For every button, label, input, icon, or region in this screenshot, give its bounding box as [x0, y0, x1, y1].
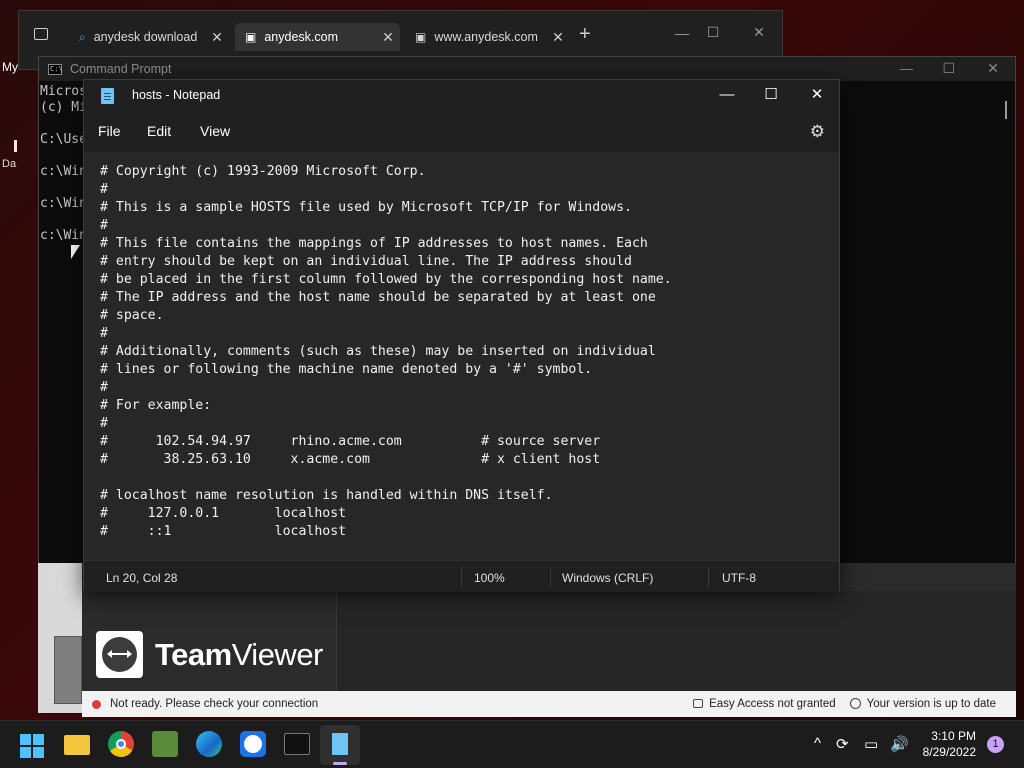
- text-line: # Copyright (c) 1993-2009 Microsoft Corp…: [100, 164, 426, 179]
- close-button[interactable]: ✕: [794, 84, 840, 108]
- menu-file[interactable]: File: [98, 123, 121, 139]
- teamviewer-status-bar: Not ready. Please check your connection …: [82, 691, 1016, 717]
- teamviewer-logo-icon: [96, 631, 143, 678]
- text-line: # be placed in the first column followed…: [100, 272, 672, 287]
- sync-icon[interactable]: ⟳: [836, 735, 849, 753]
- cmd-title: Command Prompt: [70, 62, 172, 76]
- notepad-status-bar: Ln 20, Col 28 100% Windows (CRLF) UTF-8: [84, 560, 839, 592]
- text-line: # entry should be kept on an individual …: [100, 254, 632, 269]
- close-icon[interactable]: ✕: [741, 24, 777, 41]
- line-ending: Windows (CRLF): [562, 571, 654, 585]
- text-line: #: [100, 218, 108, 233]
- easy-access-status[interactable]: Easy Access not granted: [693, 698, 836, 710]
- version-status: Your version is up to date: [849, 698, 996, 710]
- clock-date[interactable]: 8/29/2022: [916, 745, 976, 759]
- cmd-line: Micros: [40, 84, 87, 99]
- search-icon: ⌕: [79, 29, 86, 44]
- volume-icon[interactable]: 🔊: [890, 735, 909, 753]
- lock-icon: [693, 699, 704, 708]
- network-icon[interactable]: ▭: [864, 735, 878, 753]
- page-icon: ▣: [415, 30, 427, 44]
- connection-status: Not ready. Please check your connection: [110, 698, 319, 710]
- cmd-line: c:\Win: [40, 196, 87, 211]
- mouse-cursor-icon: [71, 245, 80, 259]
- cmd-title-bar[interactable]: C:\ Command Prompt — ☐ ✕: [39, 57, 1015, 81]
- desktop-icon-label[interactable]: Da: [2, 158, 16, 170]
- desktop-icon-label[interactable]: My: [2, 60, 18, 74]
- text-line: # 127.0.0.1 localhost: [100, 506, 347, 521]
- teamviewer-panel: [336, 591, 1016, 691]
- browser-tab-www-anydesk-com[interactable]: ▣ www.anydesk.com ✕: [405, 23, 570, 51]
- text-line: # ::1 localhost: [100, 524, 347, 539]
- text-line: # This file contains the mappings of IP …: [100, 236, 648, 251]
- text-line: # space.: [100, 308, 164, 323]
- tab-label: www.anydesk.com: [434, 30, 538, 44]
- encoding: UTF-8: [722, 571, 756, 585]
- text-line: #: [100, 380, 108, 395]
- cmd-line: C:\Use: [40, 132, 87, 147]
- text-line: # The IP address and the host name shoul…: [100, 290, 656, 305]
- cmd-icon[interactable]: [284, 733, 310, 755]
- check-icon: [849, 698, 861, 709]
- minimize-icon[interactable]: —: [900, 61, 913, 76]
- edge-icon[interactable]: [196, 731, 222, 757]
- file-explorer-icon[interactable]: [64, 735, 90, 755]
- window-title: hosts - Notepad: [132, 88, 221, 102]
- scrollbar[interactable]: [1005, 101, 1007, 119]
- text-line: # lines or following the machine name de…: [100, 362, 593, 377]
- new-tab-button[interactable]: +: [579, 23, 591, 46]
- text-line: #: [100, 326, 108, 341]
- text-line: #: [100, 182, 108, 197]
- notification-badge[interactable]: 1: [987, 736, 1004, 753]
- desktop-icon: [14, 140, 17, 152]
- start-windows-icon[interactable]: [20, 734, 44, 758]
- notepad-window[interactable]: hosts - Notepad — ☐ ✕ File Edit View ⚙ #…: [83, 79, 840, 592]
- teamviewer-icon[interactable]: [240, 731, 266, 757]
- taskbar: ^ ⟳ ▭ 🔊 3:10 PM 8/29/2022 1: [0, 720, 1024, 768]
- text-line: # For example:: [100, 398, 212, 413]
- menu-edit[interactable]: Edit: [147, 123, 171, 139]
- teamviewer-brand: TeamViewer: [155, 637, 323, 672]
- chrome-icon[interactable]: [108, 731, 134, 757]
- cmd-line: (c) Mi: [40, 100, 87, 115]
- text-line: # This is a sample HOSTS file used by Mi…: [100, 200, 632, 215]
- zoom-level: 100%: [474, 571, 505, 585]
- tab-label: anydesk.com: [264, 30, 338, 44]
- thumbnail-image: [54, 636, 82, 704]
- tab-close-icon[interactable]: ✕: [376, 29, 400, 46]
- maximize-button[interactable]: ☐: [748, 84, 794, 108]
- tab-close-icon[interactable]: ✕: [546, 29, 570, 46]
- cmd-line: c:\Win: [40, 164, 87, 179]
- text-line: # 102.54.94.97 rhino.acme.com # source s…: [100, 434, 601, 449]
- cmd-icon: C:\: [48, 63, 63, 75]
- text-line: #: [100, 416, 108, 431]
- menu-bar: File Edit View ⚙: [84, 112, 839, 152]
- cmd-line: c:\Win: [40, 228, 87, 243]
- menu-view[interactable]: View: [200, 123, 230, 139]
- clock-time[interactable]: 3:10 PM: [928, 729, 976, 743]
- cursor-position: Ln 20, Col 28: [106, 571, 178, 585]
- close-icon[interactable]: ✕: [987, 60, 999, 77]
- settings-gear-icon[interactable]: ⚙: [810, 122, 825, 142]
- text-line: # localhost name resolution is handled w…: [100, 488, 553, 503]
- notepad-icon: [101, 88, 114, 104]
- maximize-icon[interactable]: ☐: [942, 60, 955, 77]
- notepad-icon: [332, 733, 348, 755]
- tab-label: anydesk download: [93, 30, 198, 44]
- chevron-up-icon[interactable]: ^: [814, 735, 821, 752]
- text-line: # Additionally, comments (such as these)…: [100, 344, 656, 359]
- page-icon: ▣: [245, 30, 257, 44]
- notepad-task-highlight[interactable]: [320, 725, 360, 765]
- browser-tab-anydesk-download[interactable]: ⌕ anydesk download ✕: [69, 23, 229, 51]
- minimize-button[interactable]: —: [704, 84, 750, 108]
- text-editor-area[interactable]: # Copyright (c) 1993-2009 Microsoft Corp…: [84, 152, 839, 560]
- status-dot-icon: [92, 699, 101, 709]
- app-icon[interactable]: [152, 731, 178, 757]
- maximize-icon[interactable]: ☐: [695, 24, 731, 41]
- notepad-title-bar[interactable]: hosts - Notepad — ☐ ✕: [84, 80, 839, 112]
- sidebar-toggle-icon[interactable]: [34, 28, 48, 40]
- text-line: # 38.25.63.10 x.acme.com # x client host: [100, 452, 601, 467]
- tab-close-icon[interactable]: ✕: [205, 29, 229, 46]
- browser-tab-anydesk-com[interactable]: ▣ anydesk.com ✕: [235, 23, 400, 51]
